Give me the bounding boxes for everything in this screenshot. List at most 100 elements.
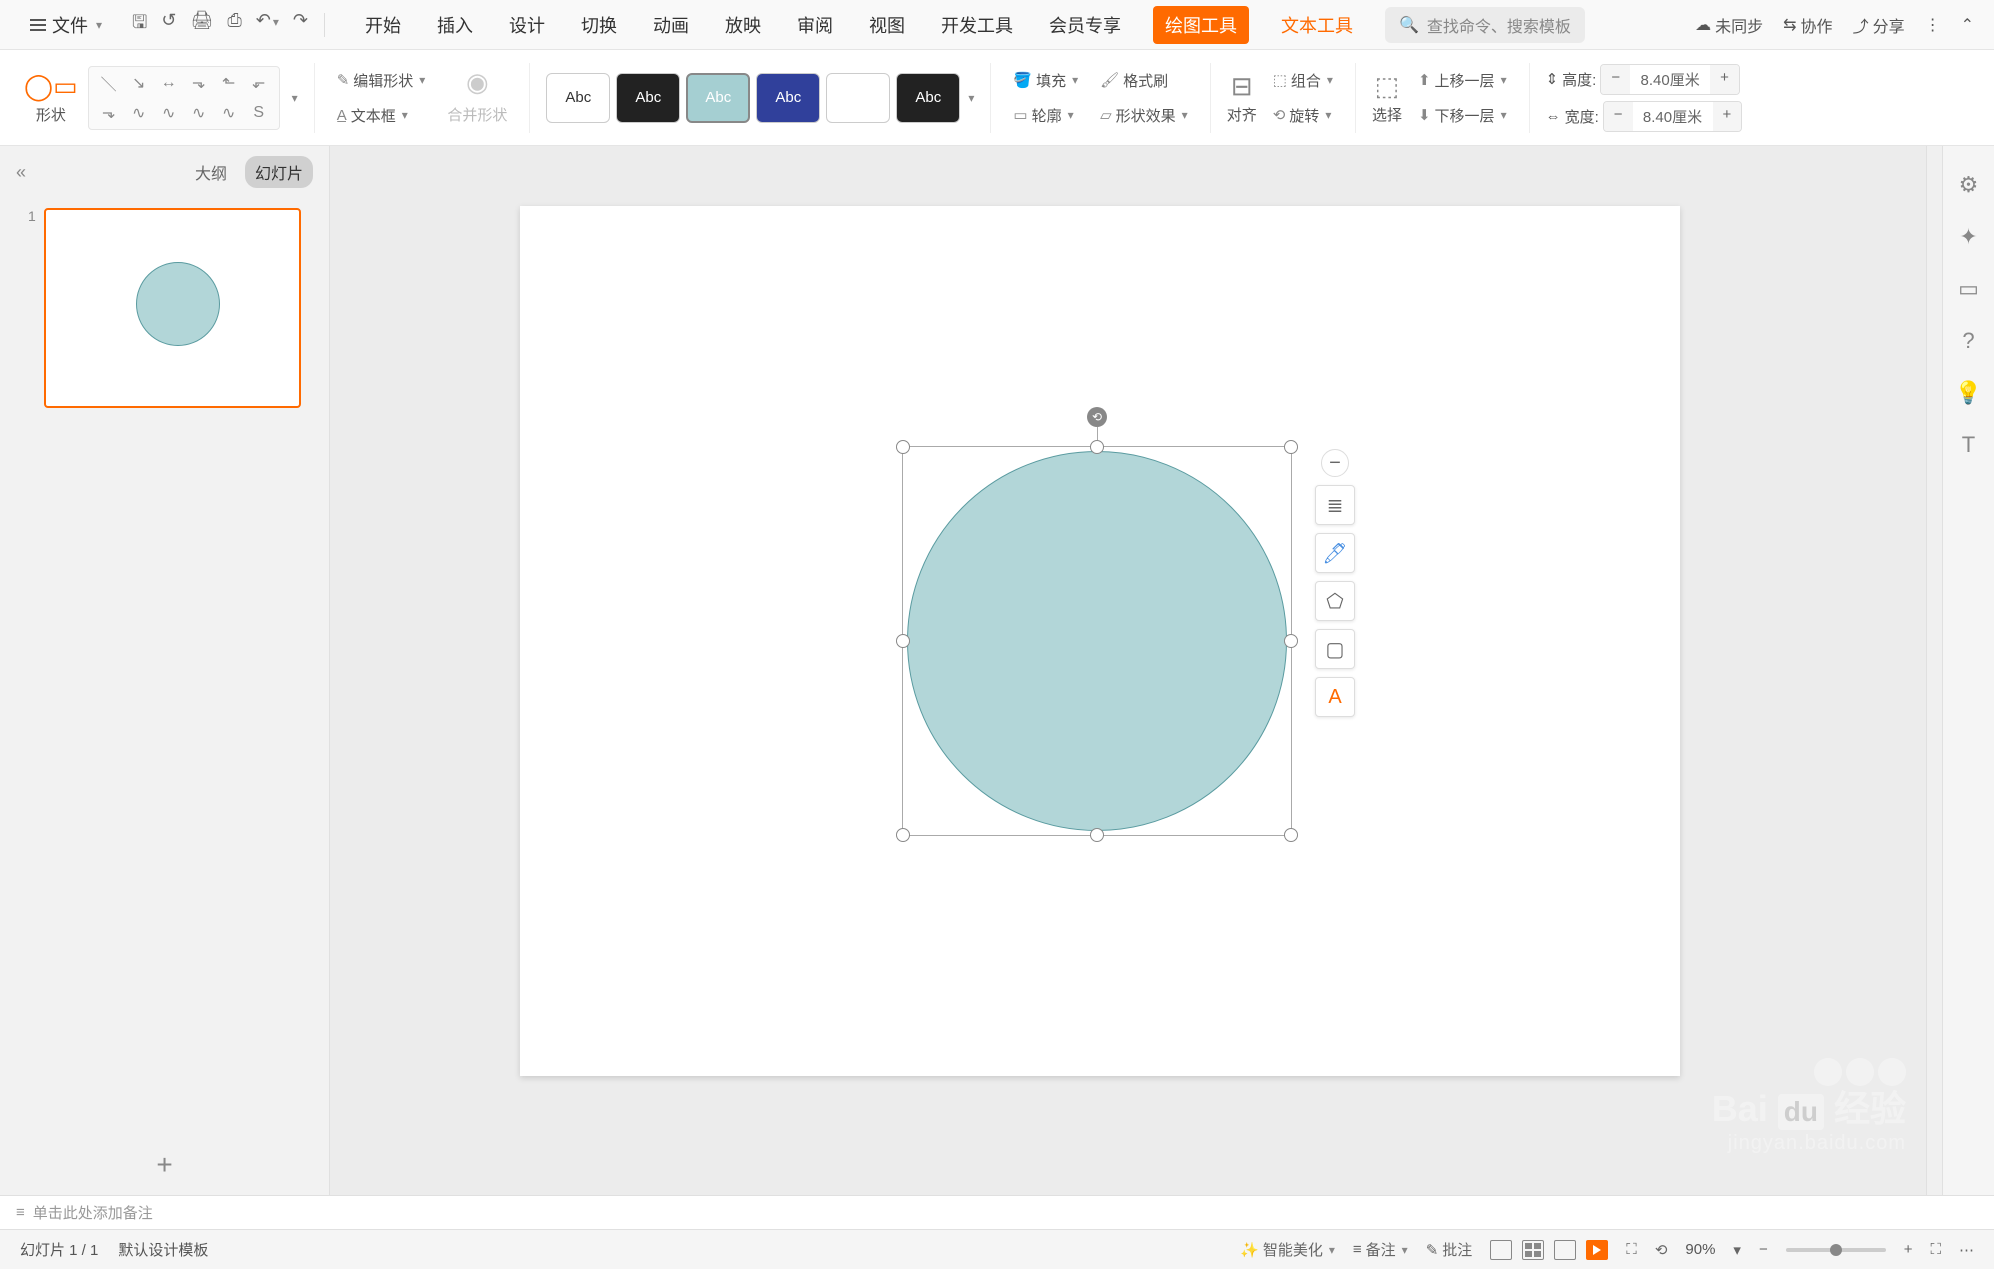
handle-mid-right[interactable] (1284, 634, 1298, 648)
line-3-icon[interactable]: ↔ (157, 71, 181, 95)
line-5-icon[interactable]: ⬑ (217, 71, 241, 95)
line-2-icon[interactable]: ↘ (127, 71, 151, 95)
textbox-button[interactable]: A̲文本框▾ (331, 101, 432, 130)
group-button[interactable]: ⬚组合▾ (1267, 66, 1339, 95)
frame-icon[interactable]: ▢ (1315, 629, 1355, 669)
style-black[interactable]: Abc (616, 73, 680, 123)
thumb-item-1[interactable]: 1 (28, 208, 301, 408)
handle-mid-left[interactable] (896, 634, 910, 648)
decrement-button[interactable]: − (1604, 102, 1633, 131)
line-9-icon[interactable]: ∿ (157, 101, 181, 125)
add-slide-button[interactable]: + (156, 1149, 172, 1180)
style-expand-icon[interactable]: ▾ (968, 91, 974, 105)
save-icon[interactable]: 🖫 (132, 10, 147, 40)
width-value[interactable]: 8.40厘米 (1633, 102, 1713, 131)
tab-drawing-tools[interactable]: 绘图工具 (1153, 6, 1249, 44)
fill-button[interactable]: 🪣填充▾ (1007, 66, 1084, 95)
shape-selection[interactable]: ⟲ (902, 446, 1292, 836)
print-icon[interactable]: 🖨 (190, 10, 213, 40)
handle-bot-mid[interactable] (1090, 828, 1104, 842)
rail-sparkle-icon[interactable]: ✦ (1959, 224, 1977, 250)
align-button[interactable]: ⊟ 对齐 (1227, 71, 1257, 125)
handle-top-right[interactable] (1284, 440, 1298, 454)
circle-shape[interactable] (907, 451, 1287, 831)
file-menu[interactable]: 文件 ▾ (20, 8, 112, 42)
format-painter-button[interactable]: 🖌格式刷 (1094, 66, 1194, 95)
notes-bar[interactable]: ≡ 单击此处添加备注 (0, 1195, 1994, 1229)
vertical-scrollbar[interactable] (1926, 146, 1942, 1195)
style-white[interactable]: Abc (546, 73, 610, 123)
beautify-button[interactable]: ✨智能美化▾ (1240, 1239, 1335, 1260)
zoom-minus-icon[interactable]: − (1759, 1241, 1768, 1258)
collapse-sidebar-icon[interactable]: « (16, 162, 26, 183)
zoom-value[interactable]: 90% (1685, 1241, 1715, 1258)
share-button[interactable]: ⤴分享 (1853, 13, 1905, 37)
tab-transition[interactable]: 切换 (577, 6, 621, 44)
fit-icon[interactable]: ⛶ (1626, 1241, 1637, 1258)
shape-group[interactable]: ◯▭ 形状 (24, 71, 78, 125)
rotate-handle[interactable]: ⟲ (1087, 407, 1107, 427)
text-style-icon[interactable]: A (1315, 677, 1355, 717)
line-6-icon[interactable]: ⬐ (247, 71, 271, 95)
line-1-icon[interactable]: ＼ (97, 71, 121, 95)
line-10-icon[interactable]: ∿ (187, 101, 211, 125)
line-4-icon[interactable]: ⬎ (187, 71, 211, 95)
canvas-area[interactable]: ⟲ − ≣ 🖊 ⬠ ▢ A Baidu经验 jingyan.baidu.com (330, 146, 1926, 1195)
normal-view-icon[interactable] (1490, 1240, 1512, 1260)
handle-bot-left[interactable] (896, 828, 910, 842)
fullscreen-icon[interactable]: ⛶ (1930, 1241, 1941, 1258)
collapse-ribbon-icon[interactable]: ⌃ (1961, 15, 1974, 35)
zoom-dropdown-icon[interactable]: ▾ (1733, 1241, 1741, 1259)
rail-help-icon[interactable]: ? (1962, 328, 1974, 354)
more-icon[interactable]: ⋮ (1925, 15, 1941, 35)
bring-forward-button[interactable]: ⬆上移一层▾ (1412, 66, 1513, 95)
layers-icon[interactable]: ≣ (1315, 485, 1355, 525)
tab-member[interactable]: 会员专享 (1045, 6, 1125, 44)
preview-icon[interactable]: ⎙ (227, 10, 241, 40)
tab-outline[interactable]: 大纲 (185, 156, 237, 188)
gallery-expand-icon[interactable]: ▾ (292, 91, 298, 105)
tab-view[interactable]: 视图 (865, 6, 909, 44)
width-input[interactable]: − 8.40厘米 + (1603, 101, 1743, 132)
tab-insert[interactable]: 插入 (433, 6, 477, 44)
handle-top-left[interactable] (896, 440, 910, 454)
line-7-icon[interactable]: ⬎ (97, 101, 121, 125)
more-status-icon[interactable]: ⋯ (1959, 1241, 1974, 1259)
height-input[interactable]: − 8.40厘米 + (1600, 64, 1740, 95)
line-shape-gallery[interactable]: ＼↘↔⬎⬑⬐ ⬎∿∿∿∿S (88, 66, 280, 130)
collab-button[interactable]: ⇆协作 (1783, 13, 1832, 37)
shape-tool-icon[interactable]: ⬠ (1315, 581, 1355, 621)
undo-arrow-icon[interactable]: ↺ (161, 10, 176, 40)
tab-slideshow[interactable]: 放映 (721, 6, 765, 44)
line-11-icon[interactable]: ∿ (217, 101, 241, 125)
redo-icon[interactable]: ↷ (293, 10, 308, 40)
unsync-button[interactable]: ☁未同步 (1695, 13, 1763, 37)
tab-review[interactable]: 审阅 (793, 6, 837, 44)
rail-idea-icon[interactable]: 💡 (1955, 380, 1982, 406)
rotate-button[interactable]: ⟲旋转▾ (1267, 101, 1339, 130)
reading-view-icon[interactable] (1554, 1240, 1576, 1260)
style-teal[interactable]: Abc (686, 73, 750, 123)
tab-design[interactable]: 设计 (505, 6, 549, 44)
rail-text-icon[interactable]: T (1962, 432, 1975, 458)
rail-template-icon[interactable]: ▭ (1958, 276, 1979, 302)
increment-button[interactable]: + (1713, 102, 1742, 131)
style-white-2[interactable] (826, 73, 890, 123)
search-input[interactable]: 🔍 查找命令、搜索模板 (1385, 7, 1585, 43)
comment-button[interactable]: ✎批注 (1426, 1239, 1473, 1260)
send-backward-button[interactable]: ⬇下移一层▾ (1412, 101, 1513, 130)
increment-button[interactable]: + (1710, 65, 1739, 94)
edit-shape-button[interactable]: ✎编辑形状▾ (331, 66, 432, 95)
brush-icon[interactable]: 🖊 (1315, 533, 1355, 573)
line-8-icon[interactable]: ∿ (127, 101, 151, 125)
handle-bot-right[interactable] (1284, 828, 1298, 842)
outline-button[interactable]: ▭轮廓▾ (1007, 101, 1084, 130)
slideshow-view-icon[interactable] (1586, 1240, 1608, 1260)
select-button[interactable]: ⬚ 选择 (1372, 71, 1402, 125)
shape-effects-button[interactable]: ▱形状效果▾ (1094, 101, 1194, 130)
line-12-icon[interactable]: S (247, 101, 271, 125)
notes-button[interactable]: ≡备注▾ (1353, 1239, 1408, 1260)
zoom-plus-icon[interactable]: + (1904, 1241, 1913, 1258)
style-black-2[interactable]: Abc (896, 73, 960, 123)
tab-text-tools[interactable]: 文本工具 (1277, 6, 1357, 44)
